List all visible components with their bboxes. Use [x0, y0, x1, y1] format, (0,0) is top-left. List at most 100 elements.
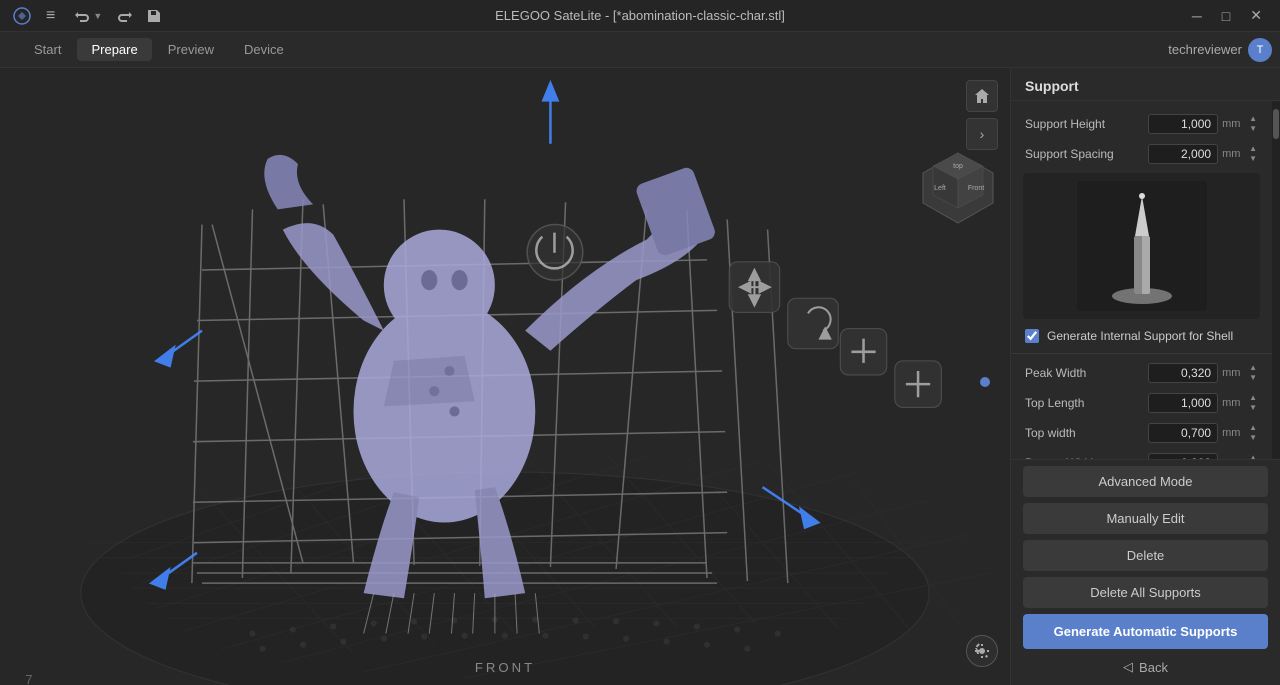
svg-text:top: top [953, 163, 963, 170]
svg-text:FRONT: FRONT [475, 660, 535, 675]
top-width-label: Top width [1025, 426, 1076, 440]
top-width-value-group: mm ▲ ▼ [1148, 423, 1258, 443]
back-icon: ◁ [1123, 659, 1133, 675]
internal-support-label: Generate Internal Support for Shell [1047, 329, 1233, 343]
top-length-unit: mm [1222, 397, 1242, 409]
top-width-input[interactable] [1148, 423, 1218, 443]
settings-button[interactable] [966, 635, 998, 667]
viewport[interactable]: FRONT 7 › [0, 68, 1010, 685]
field-row-bottom-width: Bottom Width mm ▲ ▼ [1011, 448, 1272, 459]
svg-text:Front: Front [968, 185, 984, 192]
save-button[interactable] [140, 4, 168, 28]
close-button[interactable]: ✕ [1244, 5, 1268, 26]
nav-cube[interactable]: top Left Front [918, 148, 998, 228]
tab-start[interactable]: Start [20, 38, 75, 61]
manually-edit-button[interactable]: Manually Edit [1023, 503, 1268, 534]
top-width-spinner[interactable]: ▲ ▼ [1248, 423, 1258, 443]
bottom-width-label: Bottom Width [1025, 456, 1097, 459]
support-spacing-input[interactable] [1148, 144, 1218, 164]
menu-bar: Start Prepare Preview Device techreviewe… [0, 32, 1280, 68]
view-expand-button[interactable]: › [966, 118, 998, 150]
top-width-down[interactable]: ▼ [1248, 433, 1258, 443]
maximize-button[interactable]: □ [1216, 6, 1236, 26]
window-controls: ─ □ ✕ [1186, 5, 1268, 26]
title-bar-left: ≡ ▼ [12, 3, 176, 29]
bottom-width-spinner[interactable]: ▲ ▼ [1248, 453, 1258, 459]
delete-button[interactable]: Delete [1023, 540, 1268, 571]
peak-width-value-group: mm ▲ ▼ [1148, 363, 1258, 383]
top-width-unit: mm [1222, 427, 1242, 439]
back-label: Back [1139, 660, 1168, 675]
peak-width-input[interactable] [1148, 363, 1218, 383]
panel-scroll[interactable]: Support Height mm ▲ ▼ Support Spacing [1011, 101, 1272, 459]
support-height-down[interactable]: ▼ [1248, 124, 1258, 134]
peak-width-down[interactable]: ▼ [1248, 373, 1258, 383]
field-row-peak-width: Peak Width mm ▲ ▼ [1011, 358, 1272, 388]
support-spacing-spinner[interactable]: ▲ ▼ [1248, 144, 1258, 164]
field-row-support-height: Support Height mm ▲ ▼ [1011, 109, 1272, 139]
top-length-input[interactable] [1148, 393, 1218, 413]
field-row-top-length: Top Length mm ▲ ▼ [1011, 388, 1272, 418]
support-spacing-value-group: mm ▲ ▼ [1148, 144, 1258, 164]
top-length-value-group: mm ▲ ▼ [1148, 393, 1258, 413]
user-avatar: T [1248, 38, 1272, 62]
panel-scrollbar[interactable] [1272, 101, 1280, 459]
peak-width-spinner[interactable]: ▲ ▼ [1248, 363, 1258, 383]
tab-device[interactable]: Device [230, 38, 298, 61]
support-spacing-up[interactable]: ▲ [1248, 144, 1258, 154]
support-height-spinner[interactable]: ▲ ▼ [1248, 114, 1258, 134]
field-row-support-spacing: Support Spacing mm ▲ ▼ [1011, 139, 1272, 169]
username: techreviewer [1168, 42, 1242, 57]
scrollbar-thumb[interactable] [1273, 109, 1279, 139]
separator-1 [1011, 353, 1272, 354]
checkbox-row-internal-support: Generate Internal Support for Shell [1011, 323, 1272, 349]
undo-button[interactable]: ▼ [69, 4, 108, 28]
main-layout: FRONT 7 › [0, 68, 1280, 685]
support-spacing-unit: mm [1222, 148, 1242, 160]
scroll-indicator [980, 377, 990, 387]
advanced-mode-button[interactable]: Advanced Mode [1023, 466, 1268, 497]
delete-all-supports-button[interactable]: Delete All Supports [1023, 577, 1268, 608]
peak-width-unit: mm [1222, 367, 1242, 379]
bottom-width-value-group: mm ▲ ▼ [1148, 453, 1258, 459]
support-spacing-label: Support Spacing [1025, 147, 1114, 161]
svg-text:Left: Left [934, 185, 946, 192]
top-length-label: Top Length [1025, 396, 1084, 410]
field-row-top-width: Top width mm ▲ ▼ [1011, 418, 1272, 448]
window-title: ELEGOO SateLite - [*abomination-classic-… [495, 8, 785, 23]
panel-title: Support [1011, 68, 1280, 101]
view-home-button[interactable] [966, 80, 998, 112]
redo-button[interactable] [110, 4, 138, 28]
top-length-down[interactable]: ▼ [1248, 403, 1258, 413]
hamburger-button[interactable]: ≡ [40, 3, 61, 29]
tab-preview[interactable]: Preview [154, 38, 228, 61]
top-width-up[interactable]: ▲ [1248, 423, 1258, 433]
tab-prepare[interactable]: Prepare [77, 38, 151, 61]
title-bar: ≡ ▼ ELEGOO SateLite - [*abomination-clas… [0, 0, 1280, 32]
minimize-button[interactable]: ─ [1186, 6, 1208, 26]
app-logo [12, 6, 32, 26]
peak-width-label: Peak Width [1025, 366, 1086, 380]
back-button[interactable]: ◁ Back [1023, 655, 1268, 679]
nav-tabs: Start Prepare Preview Device [20, 38, 298, 61]
support-spacing-down[interactable]: ▼ [1248, 154, 1258, 164]
support-preview [1023, 173, 1260, 319]
right-panel: Support Support Height mm ▲ ▼ [1010, 68, 1280, 685]
panel-buttons: Advanced Mode Manually Edit Delete Delet… [1011, 459, 1280, 685]
svg-text:7: 7 [25, 672, 32, 685]
bottom-width-up[interactable]: ▲ [1248, 453, 1258, 459]
peak-width-up[interactable]: ▲ [1248, 363, 1258, 373]
generate-automatic-supports-button[interactable]: Generate Automatic Supports [1023, 614, 1268, 649]
support-height-up[interactable]: ▲ [1248, 114, 1258, 124]
support-height-value-group: mm ▲ ▼ [1148, 114, 1258, 134]
bottom-width-input[interactable] [1148, 453, 1218, 459]
support-height-input[interactable] [1148, 114, 1218, 134]
user-info: techreviewer T [1168, 38, 1272, 62]
internal-support-checkbox[interactable] [1025, 329, 1039, 343]
top-length-up[interactable]: ▲ [1248, 393, 1258, 403]
bottom-width-unit: mm [1222, 457, 1242, 459]
undo-redo-group: ▼ [69, 4, 168, 28]
top-length-spinner[interactable]: ▲ ▼ [1248, 393, 1258, 413]
3d-scene: FRONT 7 [0, 68, 1010, 685]
support-height-label: Support Height [1025, 117, 1105, 131]
